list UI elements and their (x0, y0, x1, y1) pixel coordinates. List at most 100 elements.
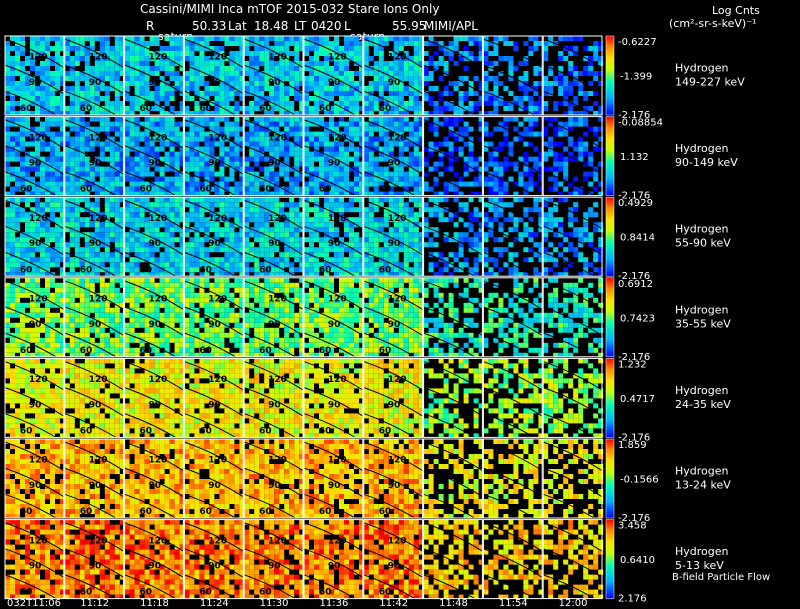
contour-label: 90 (208, 159, 221, 169)
heatmap-cell (64, 247, 70, 253)
heatmap-cell (234, 146, 240, 152)
heatmap-cell (104, 171, 110, 177)
heatmap-cell (5, 56, 10, 61)
heatmap-cell (134, 242, 140, 248)
heatmap-cell (329, 41, 334, 46)
heatmap-cell (254, 247, 260, 253)
heatmap-cell (50, 106, 55, 111)
heatmap-cell (433, 111, 439, 115)
heatmap-cell (114, 197, 120, 203)
heatmap-cell (354, 81, 359, 86)
heatmap-cell (339, 111, 344, 115)
heatmap-cell (64, 297, 70, 303)
heatmap-cell (109, 181, 115, 187)
heatmap-cell (458, 191, 464, 196)
heatmap-panel: 1209060120906012090601209060120906012090… (4, 35, 615, 121)
heatmap-cell (493, 106, 499, 111)
heatmap-cell (483, 131, 489, 137)
heatmap-cell (134, 71, 140, 76)
heatmap-cell (453, 106, 459, 111)
heatmap-cell (10, 191, 15, 196)
heatmap-cell (55, 151, 60, 157)
heatmap-cell (94, 66, 100, 71)
heatmap-cell (523, 116, 529, 122)
heatmap-cell (249, 76, 255, 81)
heatmap-cell (129, 36, 135, 41)
heatmap-cell (503, 156, 509, 162)
heatmap-cell (50, 347, 55, 353)
heatmap-cell (363, 262, 369, 268)
heatmap-cell (30, 41, 35, 46)
heatmap-cell (284, 116, 290, 122)
heatmap-cell (483, 161, 489, 167)
heatmap-cell (124, 191, 130, 196)
heatmap-cell (339, 91, 344, 96)
heatmap-cell (304, 257, 309, 263)
contour-label: 120 (208, 53, 227, 63)
heatmap-cell (15, 131, 20, 137)
heatmap-cell (428, 166, 434, 172)
heatmap-cell (284, 171, 290, 177)
heatmap-cell (573, 252, 579, 258)
heatmap-cell (319, 252, 324, 258)
heatmap-cell (114, 146, 120, 152)
heatmap-cell (388, 252, 394, 258)
heatmap-cell (139, 156, 145, 162)
heatmap-cell (354, 146, 359, 152)
heatmap-cell (55, 297, 60, 303)
heatmap-cell (274, 191, 280, 196)
heatmap-cell (109, 232, 115, 238)
heatmap-cell (114, 257, 120, 263)
heatmap-cell (169, 151, 175, 157)
heatmap-cell (289, 116, 295, 122)
heatmap-cell (10, 141, 15, 147)
heatmap-cell (368, 242, 374, 248)
heatmap-cell (388, 66, 394, 71)
heatmap-cell (224, 232, 230, 238)
heatmap-cell (109, 202, 115, 208)
heatmap-cell (189, 156, 195, 162)
heatmap-cell (189, 126, 195, 132)
heatmap-cell (279, 96, 285, 101)
heatmap-cell (55, 101, 60, 106)
heatmap-cell (164, 151, 170, 157)
heatmap-cell (503, 202, 509, 208)
heatmap-cell (184, 161, 190, 167)
heatmap-cell (468, 212, 474, 218)
heatmap-cell (523, 257, 529, 263)
heatmap-cell (304, 46, 309, 51)
heatmap-cell (488, 131, 494, 137)
heatmap-cell (433, 116, 439, 122)
heatmap-cell (378, 156, 384, 162)
heatmap-cell (40, 111, 45, 115)
heatmap-cell (224, 41, 230, 46)
heatmap-cell (189, 136, 195, 142)
heatmap-cell (84, 66, 90, 71)
heatmap-cell (294, 126, 300, 132)
contour-label: 60 (140, 104, 153, 114)
heatmap-cell (413, 46, 419, 51)
heatmap-cell (314, 247, 319, 253)
heatmap-cell (453, 81, 459, 86)
heatmap-cell (244, 262, 250, 268)
heatmap-cell (109, 51, 115, 56)
heatmap-cell (10, 262, 15, 268)
heatmap-cell (448, 106, 454, 111)
heatmap-cell (289, 237, 295, 243)
heatmap-cell (224, 71, 230, 76)
heatmap-cell (244, 186, 250, 192)
heatmap-cell (244, 232, 250, 238)
heatmap-cell (284, 262, 290, 268)
heatmap-cell (15, 197, 20, 203)
heatmap-cell (134, 197, 140, 203)
heatmap-cell (388, 116, 394, 122)
heatmap-cell (309, 181, 314, 187)
heatmap-cell (413, 91, 419, 96)
heatmap-cell (294, 46, 300, 51)
heatmap-cell (403, 257, 409, 263)
heatmap-cell (10, 242, 15, 248)
heatmap-cell (398, 121, 404, 127)
heatmap-cell (349, 207, 354, 213)
heatmap-cell (413, 136, 419, 142)
heatmap-cell (493, 36, 499, 41)
